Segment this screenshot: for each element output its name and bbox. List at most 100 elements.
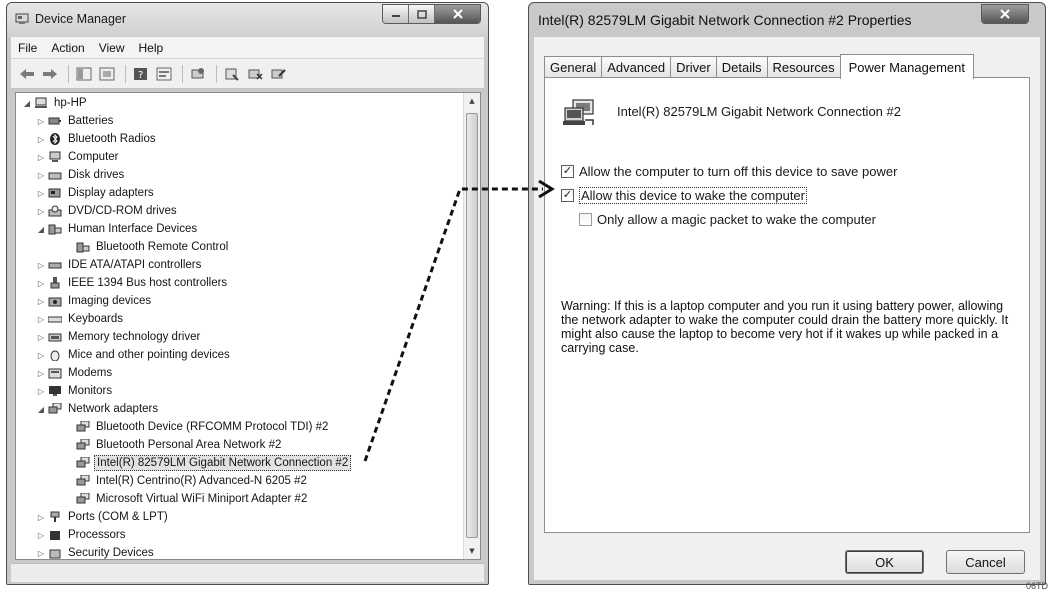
tree-item[interactable]: ▷ Monitors	[36, 382, 114, 400]
magic-packet-option[interactable]: Only allow a magic packet to wake the co…	[579, 212, 876, 227]
menu-view[interactable]: View	[92, 41, 132, 55]
tab-general[interactable]: General	[544, 56, 603, 78]
allow-turn-off-checkbox[interactable]: ✓	[561, 165, 574, 178]
ieee1394-icon	[48, 277, 62, 289]
magic-packet-checkbox[interactable]	[579, 213, 592, 226]
scrollbar-thumb[interactable]	[466, 113, 478, 538]
tree-item[interactable]: ▷ Computer	[36, 148, 121, 166]
ok-button[interactable]: OK	[845, 550, 924, 574]
collapsed-arrow-icon[interactable]: ▷	[36, 297, 46, 306]
collapsed-arrow-icon[interactable]: ▷	[36, 279, 46, 288]
tree-item[interactable]: ▷ Memory technology driver	[36, 328, 202, 346]
uninstall-device-button[interactable]	[268, 64, 288, 84]
toolbar-separator	[216, 64, 217, 83]
collapsed-arrow-icon[interactable]: ▷	[36, 315, 46, 324]
menu-action[interactable]: Action	[44, 41, 91, 55]
collapsed-arrow-icon[interactable]: ▷	[36, 189, 46, 198]
allow-wake-label: Allow this device to wake the computer	[579, 187, 807, 204]
back-button[interactable]	[17, 64, 37, 84]
collapsed-arrow-icon[interactable]: ▷	[36, 513, 46, 522]
close-button[interactable]	[435, 5, 480, 23]
view-button[interactable]	[97, 64, 117, 84]
tree-item[interactable]: Intel(R) 82579LM Gigabit Network Connect…	[64, 454, 352, 472]
update-driver-button[interactable]	[222, 64, 242, 84]
tab-advanced[interactable]: Advanced	[601, 56, 672, 78]
status-bar	[11, 563, 484, 582]
forward-button[interactable]	[40, 64, 60, 84]
expanded-arrow-icon[interactable]: ◢	[36, 405, 46, 414]
tree-item[interactable]: ◢ Network adapters	[36, 400, 160, 418]
device-tree[interactable]: ◢ hp-HP ▷ Batteries ▷ Bluetooth Radios ▷ Comput…	[15, 92, 481, 560]
tab-details[interactable]: Details	[715, 56, 768, 78]
tree-item[interactable]: ▷ Batteries	[36, 112, 115, 130]
close-icon	[1000, 9, 1010, 19]
tree-vertical-scrollbar[interactable]: ▲ ▼	[463, 93, 480, 559]
collapsed-arrow-icon[interactable]: ▷	[36, 387, 46, 396]
console-tree-button[interactable]	[74, 64, 94, 84]
tree-item[interactable]: ▷ Ports (COM & LPT)	[36, 508, 170, 526]
collapsed-arrow-icon[interactable]: ▷	[36, 333, 46, 342]
tree-item[interactable]: ◢ hp-HP	[22, 94, 89, 112]
scan-hardware-button[interactable]	[188, 64, 208, 84]
tree-item[interactable]: Intel(R) Centrino(R) Advanced-N 6205 #2	[64, 472, 309, 490]
tree-item[interactable]: Bluetooth Remote Control	[64, 238, 230, 256]
collapsed-arrow-icon[interactable]: ▷	[36, 117, 46, 126]
maximize-button[interactable]	[409, 5, 435, 23]
tree-item-label: Ports (COM & LPT)	[68, 511, 168, 523]
network-adapter-icon	[76, 475, 90, 487]
properties-icon	[156, 67, 172, 80]
collapsed-arrow-icon[interactable]: ▷	[36, 135, 46, 144]
allow-turn-off-option[interactable]: ✓ Allow the computer to turn off this de…	[561, 164, 897, 179]
dialog-close-button[interactable]	[982, 5, 1028, 23]
expanded-arrow-icon[interactable]: ◢	[22, 99, 32, 108]
tree-item[interactable]: Bluetooth Personal Area Network #2	[64, 436, 283, 454]
tree-item[interactable]: ▷ Bluetooth Radios	[36, 130, 158, 148]
collapsed-arrow-icon[interactable]: ▷	[36, 207, 46, 216]
tree-item[interactable]: ▷ Imaging devices	[36, 292, 153, 310]
tab-resources[interactable]: Resources	[766, 56, 841, 78]
device-manager-titlebar[interactable]: Device Manager	[7, 3, 488, 37]
tree-item[interactable]: ▷ Security Devices	[36, 544, 156, 559]
cancel-button[interactable]: Cancel	[946, 550, 1025, 574]
help-icon: ?	[134, 67, 147, 81]
tree-item[interactable]: Bluetooth Device (RFCOMM Protocol TDI) #…	[64, 418, 330, 436]
collapsed-arrow-icon[interactable]: ▷	[36, 261, 46, 270]
allow-wake-option[interactable]: ✓ Allow this device to wake the computer	[561, 187, 807, 204]
tree-item[interactable]: ▷ Display adapters	[36, 184, 156, 202]
disable-device-button[interactable]	[245, 64, 265, 84]
tree-item[interactable]: ▷ Processors	[36, 526, 128, 544]
tree-item[interactable]: ▷ Disk drives	[36, 166, 126, 184]
tree-item[interactable]: ▷ DVD/CD-ROM drives	[36, 202, 179, 220]
tree-item[interactable]: Microsoft Virtual WiFi Miniport Adapter …	[64, 490, 309, 508]
help-button[interactable]: ?	[131, 64, 151, 84]
menu-file[interactable]: File	[11, 41, 44, 55]
tree-item[interactable]: ▷ Mice and other pointing devices	[36, 346, 232, 364]
tab-driver[interactable]: Driver	[670, 56, 717, 78]
collapsed-arrow-icon[interactable]: ▷	[36, 531, 46, 540]
tree-item[interactable]: ◢ Human Interface Devices	[36, 220, 199, 238]
tree-item[interactable]: ▷ IDE ATA/ATAPI controllers	[36, 256, 203, 274]
toolbar-separator	[182, 64, 183, 83]
tree-item-label: hp-HP	[54, 97, 87, 109]
tab-strip: General Advanced Driver Details Resource…	[544, 54, 974, 79]
tree-item-label: Microsoft Virtual WiFi Miniport Adapter …	[96, 493, 308, 505]
collapsed-arrow-icon[interactable]: ▷	[36, 153, 46, 162]
security-device-icon	[48, 547, 62, 559]
collapsed-arrow-icon[interactable]: ▷	[36, 351, 46, 360]
minimize-button[interactable]	[383, 5, 409, 23]
scroll-up-arrow-icon[interactable]: ▲	[464, 93, 480, 109]
tab-power-management[interactable]: Power Management	[839, 54, 974, 79]
collapsed-arrow-icon[interactable]: ▷	[36, 549, 46, 558]
allow-wake-checkbox[interactable]: ✓	[561, 189, 574, 202]
expanded-arrow-icon[interactable]: ◢	[36, 225, 46, 234]
scroll-down-arrow-icon[interactable]: ▼	[464, 543, 480, 559]
tree-item[interactable]: ▷ Keyboards	[36, 310, 125, 328]
collapsed-arrow-icon[interactable]: ▷	[36, 171, 46, 180]
tree-item[interactable]: ▷ Modems	[36, 364, 114, 382]
tree-item[interactable]: ▷ IEEE 1394 Bus host controllers	[36, 274, 229, 292]
collapsed-arrow-icon[interactable]: ▷	[36, 369, 46, 378]
network-adapter-icon	[76, 421, 90, 433]
properties-button[interactable]	[154, 64, 174, 84]
device-manager-icon	[15, 13, 29, 24]
menu-help[interactable]: Help	[132, 41, 171, 55]
